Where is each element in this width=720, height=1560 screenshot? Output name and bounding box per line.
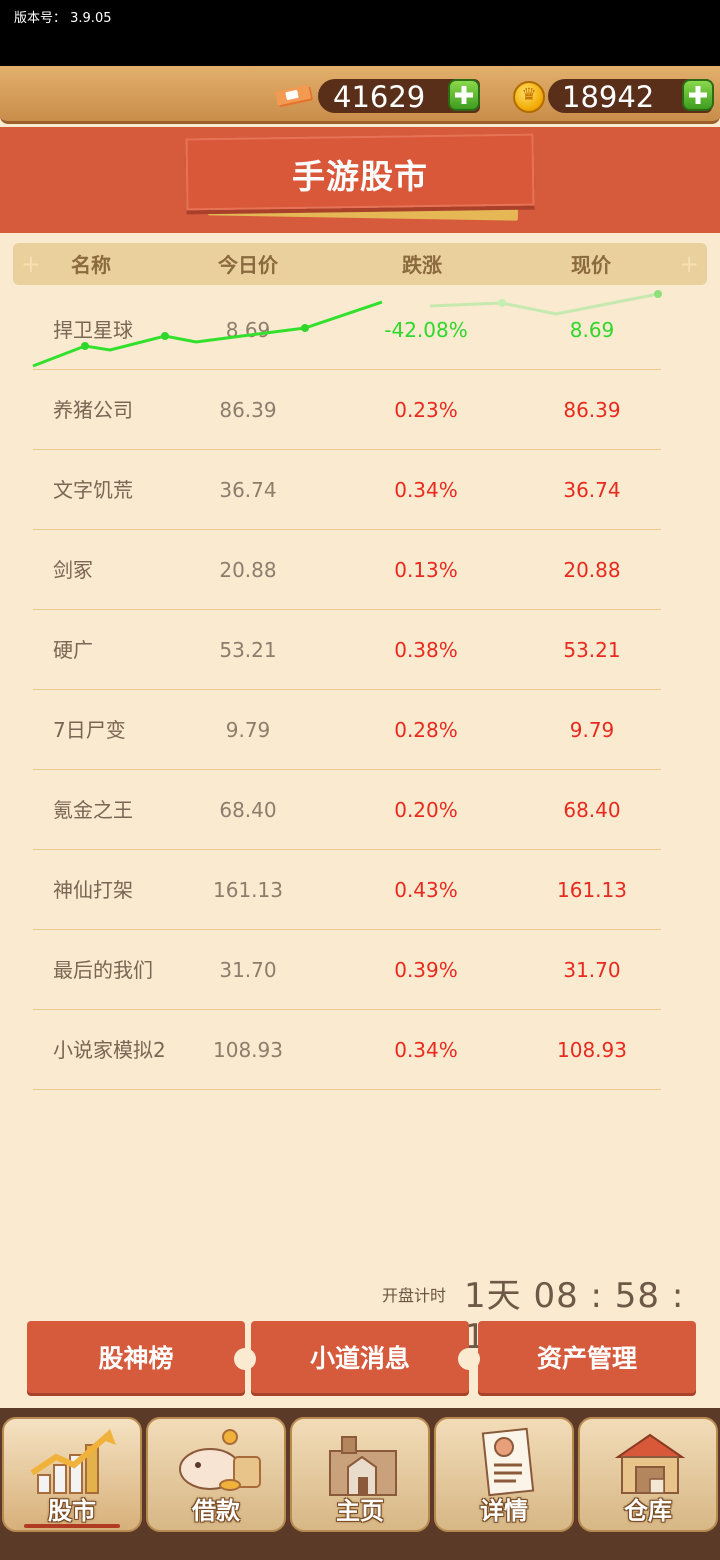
stock-current-price: 86.39 (563, 398, 621, 422)
active-tab-indicator (24, 1524, 120, 1528)
stock-current-price: 31.70 (563, 958, 621, 982)
version-label: 版本号： 3.9.05 (14, 11, 112, 26)
column-header-today-price: 今日价 (218, 253, 278, 277)
stock-today-price: 161.13 (213, 878, 283, 902)
stock-row[interactable]: 最后的我们 31.70 0.39% 31.70 (33, 930, 661, 1010)
stock-name: 小说家模拟2 (53, 1038, 166, 1062)
stock-name: 7日尸变 (53, 718, 126, 742)
stock-name: 最后的我们 (53, 958, 153, 982)
nav-label-stock: 股市 (48, 1497, 96, 1525)
button-connector (458, 1348, 480, 1370)
stock-row[interactable]: 氪金之王 68.40 0.20% 68.40 (33, 770, 661, 850)
column-header-current-price: 现价 (571, 253, 611, 277)
stock-name: 剑冢 (53, 558, 93, 582)
profile-card-icon (481, 1427, 535, 1497)
stock-current-price: 8.69 (569, 318, 615, 342)
stock-change-percent: 0.23% (394, 398, 458, 422)
stock-current-price: 9.79 (569, 718, 615, 742)
stock-change-percent: 0.28% (394, 718, 458, 742)
stock-today-price: 31.70 (219, 958, 277, 982)
stock-row[interactable]: 文字饥荒 36.74 0.34% 36.74 (33, 450, 661, 530)
nav-tab-details[interactable]: 详情 (434, 1417, 574, 1532)
stock-row[interactable]: 剑冢 20.88 0.13% 20.88 (33, 530, 661, 610)
stock-today-price: 86.39 (219, 398, 277, 422)
stock-today-price: 108.93 (213, 1038, 283, 1062)
stock-today-price: 9.79 (225, 718, 271, 742)
button-connector (234, 1348, 256, 1370)
table-header: + 名称 今日价 跌涨 现价 + (13, 243, 707, 285)
stock-change-percent: 0.13% (394, 558, 458, 582)
cash-stack-icon (275, 85, 313, 107)
stock-change-percent: 0.43% (394, 878, 458, 902)
stock-name: 捍卫星球 (53, 318, 133, 342)
plus-decoration-icon: + (679, 250, 700, 278)
coin-icon (513, 81, 545, 113)
stock-current-price: 161.13 (557, 878, 627, 902)
stock-name: 养猪公司 (53, 398, 133, 422)
stock-chart-icon (30, 1429, 116, 1494)
stock-name: 神仙打架 (53, 878, 133, 902)
add-cash-button[interactable] (448, 79, 480, 111)
stock-row[interactable]: 养猪公司 86.39 0.23% 86.39 (33, 370, 661, 450)
nav-label-home: 主页 (336, 1497, 384, 1525)
nav-label-details: 详情 (480, 1497, 528, 1525)
piggy-bank-icon (179, 1429, 261, 1491)
stock-name: 文字饥荒 (53, 478, 133, 502)
cash-amount: 41629 (333, 80, 426, 114)
home-building-icon (329, 1436, 397, 1496)
stock-row[interactable]: 捍卫星球 8.69 -42.08% 8.69 (33, 290, 661, 370)
nav-tab-stock[interactable]: 股市 (2, 1417, 142, 1532)
nav-label-loan: 借款 (192, 1497, 240, 1525)
stock-current-price: 68.40 (563, 798, 621, 822)
plus-decoration-icon: + (21, 250, 42, 278)
stock-change-percent: 0.39% (394, 958, 458, 982)
nav-tab-loan[interactable]: 借款 (146, 1417, 286, 1532)
news-button[interactable]: 小道消息 (251, 1321, 469, 1393)
warehouse-icon (614, 1433, 686, 1494)
stock-row[interactable]: 硬广 53.21 0.38% 53.21 (33, 610, 661, 690)
stock-current-price: 20.88 (563, 558, 621, 582)
stock-change-percent: 0.20% (394, 798, 458, 822)
stock-current-price: 36.74 (563, 478, 621, 502)
stock-current-price: 53.21 (563, 638, 621, 662)
currency-bar: 41629 18942 (0, 66, 720, 124)
stock-row[interactable]: 小说家模拟2 108.93 0.34% 108.93 (33, 1010, 661, 1090)
stock-change-percent: 0.34% (394, 478, 458, 502)
stock-row[interactable]: 7日尸变 9.79 0.28% 9.79 (33, 690, 661, 770)
nav-label-warehouse: 仓库 (624, 1497, 672, 1525)
stock-today-price: 8.69 (225, 318, 271, 342)
stock-name: 氪金之王 (53, 798, 133, 822)
stock-today-price: 68.40 (219, 798, 277, 822)
column-header-change: 跌涨 (402, 253, 442, 277)
stock-change-percent: 0.34% (394, 1038, 458, 1062)
stock-current-price: 108.93 (557, 1038, 627, 1062)
add-coins-button[interactable] (682, 79, 714, 111)
nav-tab-home[interactable]: 主页 (290, 1417, 430, 1532)
stock-row[interactable]: 神仙打架 161.13 0.43% 161.13 (33, 850, 661, 930)
stock-change-percent: -42.08% (384, 318, 468, 342)
asset-management-button[interactable]: 资产管理 (478, 1321, 696, 1393)
stock-change-percent: 0.38% (394, 638, 458, 662)
leaderboard-button[interactable]: 股神榜 (27, 1321, 245, 1393)
countdown-label: 开盘计时 (382, 1286, 447, 1305)
page-title: 手游股市 (292, 157, 428, 196)
column-header-name: 名称 (71, 253, 111, 277)
stock-name: 硬广 (53, 638, 93, 662)
stock-today-price: 36.74 (219, 478, 277, 502)
nav-tab-warehouse[interactable]: 仓库 (578, 1417, 718, 1532)
stock-today-price: 53.21 (219, 638, 277, 662)
coin-amount: 18942 (562, 80, 655, 114)
stock-today-price: 20.88 (219, 558, 277, 582)
top-status-area: 版本号： 3.9.05 (0, 0, 720, 66)
